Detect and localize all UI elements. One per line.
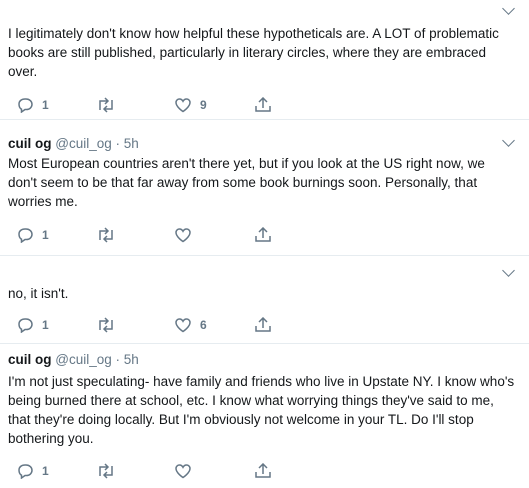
tweet-actions: 1 9 <box>8 94 529 116</box>
author-handle[interactable]: @cuil_og <box>55 352 112 367</box>
like-button[interactable] <box>174 224 200 246</box>
dm-button[interactable] <box>254 224 272 246</box>
dm-button[interactable] <box>254 314 272 336</box>
author-name[interactable]: cuil og <box>8 352 52 367</box>
reply-icon <box>18 318 33 333</box>
reply-icon <box>18 464 33 479</box>
tweet-actions: 1 <box>8 224 529 246</box>
retweet-button[interactable] <box>95 224 125 246</box>
retweet-icon <box>99 97 113 113</box>
reply-count: 1 <box>42 228 49 242</box>
tweet-time[interactable]: · 5h <box>116 136 139 151</box>
tweet[interactable]: cuil og @cuil_og · 5h I'm not just specu… <box>0 344 529 488</box>
author-handle[interactable]: @cuil_og <box>55 136 112 151</box>
tweet-header: cuil og @cuil_og · 5h <box>8 134 139 154</box>
retweet-button[interactable] <box>95 94 125 116</box>
reply-button[interactable]: 1 <box>16 224 49 246</box>
reply-button[interactable]: 1 <box>16 460 49 482</box>
reply-count: 1 <box>42 464 49 478</box>
like-button[interactable]: 6 <box>174 314 207 336</box>
heart-icon <box>175 464 191 479</box>
tweet-text: no, it isn't. <box>8 286 69 301</box>
retweet-icon <box>99 463 113 479</box>
like-button[interactable]: 9 <box>174 94 207 116</box>
like-button[interactable] <box>174 460 200 482</box>
tweet-text: I'm not just speculating- have family an… <box>8 374 515 446</box>
reply-count: 1 <box>42 318 49 332</box>
tweet-text: Most European countries aren't there yet… <box>8 156 485 209</box>
retweet-icon <box>99 317 113 333</box>
heart-icon <box>175 98 191 113</box>
tweet[interactable]: I legitimately don't know how helpful th… <box>0 0 529 120</box>
like-count: 9 <box>200 98 207 112</box>
tweet-actions: 1 <box>8 460 529 482</box>
tweet-time[interactable]: · 5h <box>116 352 139 367</box>
share-icon <box>255 463 271 478</box>
reply-button[interactable]: 1 <box>16 314 49 336</box>
dm-button[interactable] <box>254 460 272 482</box>
heart-icon <box>175 228 191 243</box>
reply-icon <box>18 228 33 243</box>
share-icon <box>255 317 271 332</box>
chevron-down-icon[interactable] <box>502 264 515 277</box>
tweet[interactable]: no, it isn't. 1 6 <box>0 256 529 344</box>
author-name[interactable]: cuil og <box>8 136 52 151</box>
tweet-header: cuil og @cuil_og · 5h <box>8 350 139 370</box>
like-count: 6 <box>200 318 207 332</box>
reply-icon <box>18 98 33 113</box>
retweet-button[interactable] <box>95 314 125 336</box>
share-icon <box>255 97 271 112</box>
retweet-icon <box>99 227 113 243</box>
share-icon <box>255 227 271 242</box>
reply-count: 1 <box>42 98 49 112</box>
dm-button[interactable] <box>254 94 272 116</box>
tweet-actions: 1 6 <box>8 314 529 336</box>
tweet-text: I legitimately don't know how helpful th… <box>8 26 499 79</box>
retweet-button[interactable] <box>95 460 125 482</box>
chevron-down-icon[interactable] <box>502 134 515 147</box>
reply-button[interactable]: 1 <box>16 94 49 116</box>
tweet[interactable]: cuil og @cuil_og · 5h Most European coun… <box>0 120 529 256</box>
chevron-down-icon[interactable] <box>502 2 515 15</box>
heart-icon <box>175 318 191 333</box>
